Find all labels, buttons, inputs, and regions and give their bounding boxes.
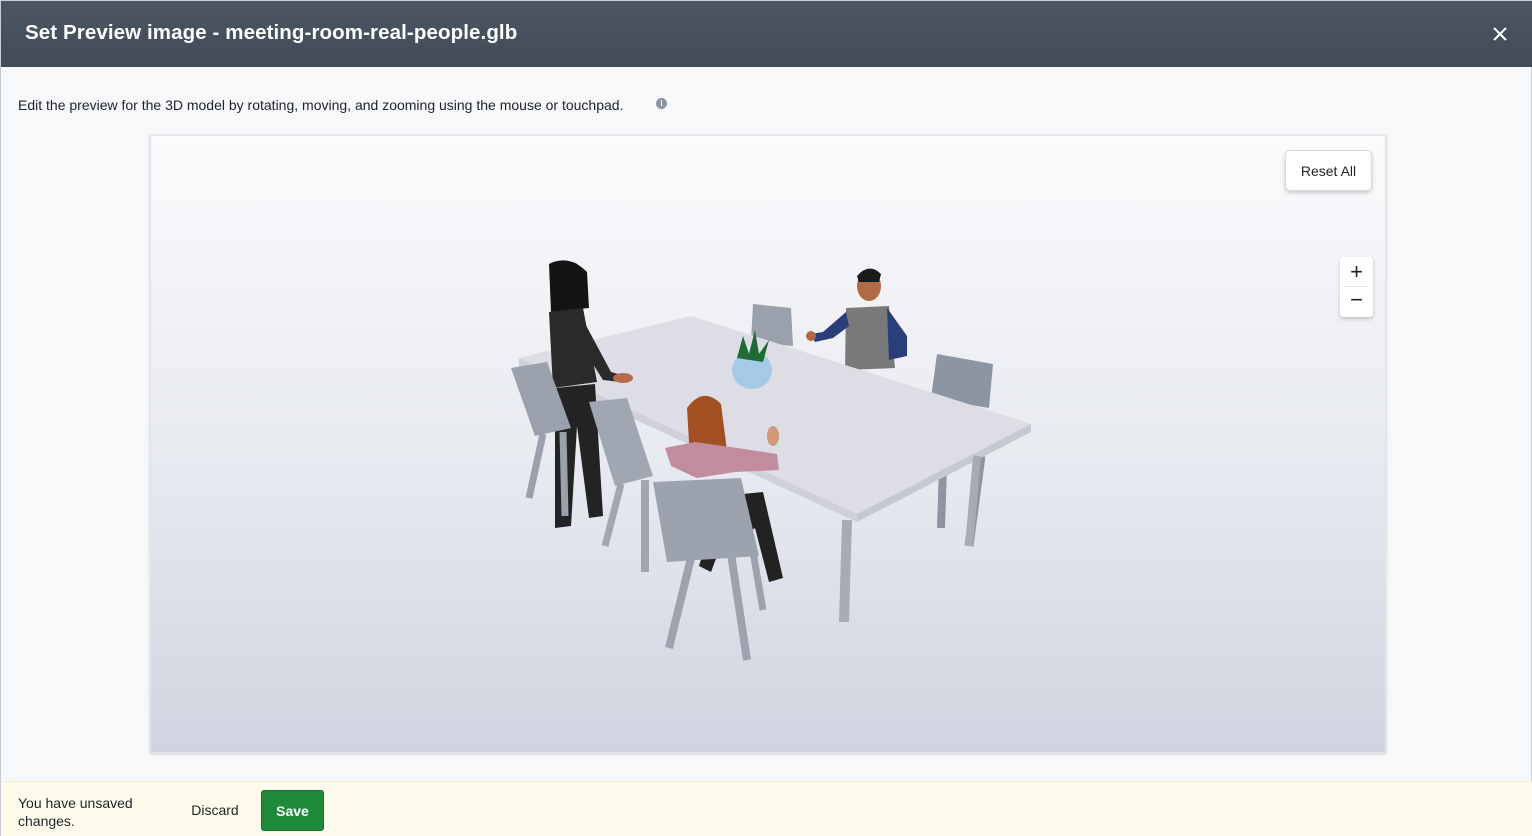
reset-all-button[interactable]: Reset All <box>1285 150 1372 191</box>
zoom-out-button[interactable]: − <box>1340 286 1373 314</box>
discard-button[interactable]: Discard <box>179 791 251 829</box>
dialog-header: Set Preview image - meeting-room-real-pe… <box>1 1 1532 67</box>
info-icon[interactable]: i <box>656 98 667 109</box>
model-viewer[interactable]: Reset All + − <box>150 135 1386 753</box>
save-button[interactable]: Save <box>261 790 324 831</box>
dialog-description: Edit the preview for the 3D model by rot… <box>18 97 624 113</box>
preview-dialog: Set Preview image - meeting-room-real-pe… <box>0 0 1532 836</box>
unsaved-message: You have unsaved changes. <box>18 795 133 829</box>
meeting-room-3d-scene[interactable] <box>151 136 1387 754</box>
zoom-controls: + − <box>1340 257 1373 317</box>
unsaved-changes-bar: You have unsaved changes. Discard Save <box>1 781 1532 836</box>
zoom-in-button[interactable]: + <box>1340 258 1373 286</box>
close-button[interactable] <box>1487 21 1513 47</box>
man-figure <box>806 268 907 370</box>
dialog-title: Set Preview image - meeting-room-real-pe… <box>25 21 518 44</box>
close-icon <box>1493 27 1507 41</box>
